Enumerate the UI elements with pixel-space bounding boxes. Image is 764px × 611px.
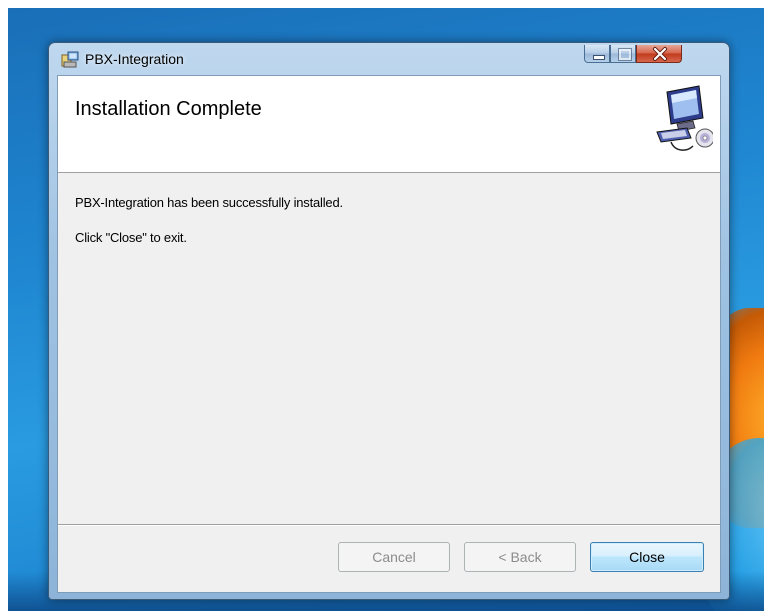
success-message: PBX-Integration has been successfully in… [75, 195, 343, 210]
installer-app-icon [61, 51, 79, 68]
maximize-button[interactable] [610, 45, 636, 63]
dialog-client-area: Installation Complete PBX-Integration ha… [57, 75, 721, 593]
close-icon [653, 47, 667, 61]
window-close-button[interactable] [636, 45, 682, 63]
installer-computer-cd-icon [656, 85, 713, 151]
close-button[interactable]: Close [590, 542, 704, 572]
window-title: PBX-Integration [85, 51, 184, 67]
exit-instruction: Click "Close" to exit. [75, 230, 187, 245]
back-button[interactable]: < Back [464, 542, 576, 572]
title-bar[interactable]: PBX-Integration [49, 43, 729, 75]
maximize-icon [618, 48, 632, 61]
header-banner: Installation Complete [58, 76, 720, 173]
minimize-button[interactable] [584, 45, 610, 63]
minimize-icon [593, 55, 605, 60]
footer-divider [58, 524, 720, 526]
cancel-button[interactable]: Cancel [338, 542, 450, 572]
installer-window: PBX-Integration Installation Complete PB… [48, 42, 730, 600]
page-title: Installation Complete [75, 98, 262, 120]
